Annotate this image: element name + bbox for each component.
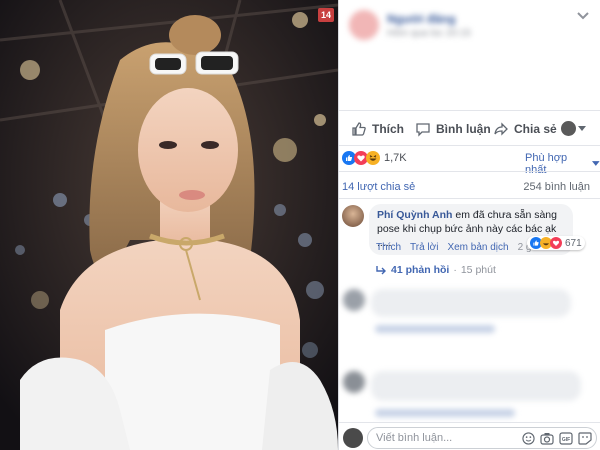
reaction-count: 1,7K (384, 152, 407, 164)
comment-reactions[interactable]: 671 (527, 236, 585, 250)
reaction-summary[interactable]: 1,7K (342, 151, 407, 165)
caret-down-icon (592, 161, 600, 166)
camera-icon[interactable] (540, 432, 554, 445)
comment-input-box[interactable]: Viết bình luận... GIF (367, 427, 597, 449)
comment-panel: Người đăng Hôm qua lúc 20:15 Thích Bình … (338, 0, 600, 450)
like-label: Thích (372, 122, 404, 136)
post-as-selector[interactable] (561, 121, 586, 136)
blurred-comments (339, 285, 600, 420)
commenter-avatar[interactable] (342, 205, 364, 227)
comment-actions: Thích Trả lời Xem bản dịch 2 giờ (376, 242, 540, 253)
post-author[interactable]: Người đăng (387, 12, 456, 26)
replies-count: 41 phản hồi (391, 264, 450, 276)
comment-like-link[interactable]: Thích (376, 242, 401, 253)
emoji-icon[interactable] (522, 432, 535, 445)
comment-input-placeholder: Viết bình luận... (376, 432, 453, 444)
photo-badge: 14 (318, 8, 334, 22)
post-photo[interactable]: 14 (0, 0, 338, 450)
reply-arrow-icon (376, 266, 386, 275)
replies-time: 15 phút (460, 264, 496, 276)
thumbs-up-icon (352, 122, 366, 136)
sticker-icon[interactable] (578, 432, 592, 445)
sort-label: Phù hợp nhất (525, 152, 568, 176)
view-replies-link[interactable]: 41 phản hồi · 15 phút (375, 264, 496, 276)
sort-comments-dropdown[interactable]: Phù hợp nhất (525, 152, 600, 176)
comments-count[interactable]: 254 bình luận (523, 181, 590, 193)
caret-down-icon (578, 125, 586, 131)
post-time: Hôm qua lúc 20:15 (387, 28, 471, 39)
like-button[interactable]: Thích (351, 120, 404, 138)
comment-reaction-count: 671 (565, 237, 582, 249)
comment-reply-link[interactable]: Trả lời (410, 242, 438, 253)
comment-button[interactable]: Bình luận (415, 120, 491, 138)
comment-author[interactable]: Phí Quỳnh Anh (377, 209, 452, 221)
page-avatar (561, 121, 576, 136)
comment-translate-link[interactable]: Xem bản dịch (447, 242, 508, 253)
share-label: Chia sẻ (514, 122, 557, 136)
shares-count[interactable]: 14 lượt chia sẻ (342, 181, 415, 193)
photo-artwork (0, 0, 338, 450)
share-button[interactable]: Chia sẻ (493, 120, 557, 138)
author-avatar[interactable] (349, 10, 379, 40)
post-header: Người đăng Hôm qua lúc 20:15 (339, 6, 600, 46)
haha-reaction-icon (366, 151, 380, 165)
love-reaction-icon (550, 237, 562, 249)
svg-text:GIF: GIF (562, 437, 570, 443)
share-arrow-icon (494, 122, 508, 136)
chevron-down-icon[interactable] (575, 8, 591, 20)
gif-icon[interactable]: GIF (559, 432, 573, 445)
comment-label: Bình luận (436, 122, 491, 136)
composer-avatar (343, 428, 363, 448)
speech-bubble-icon (416, 123, 430, 137)
